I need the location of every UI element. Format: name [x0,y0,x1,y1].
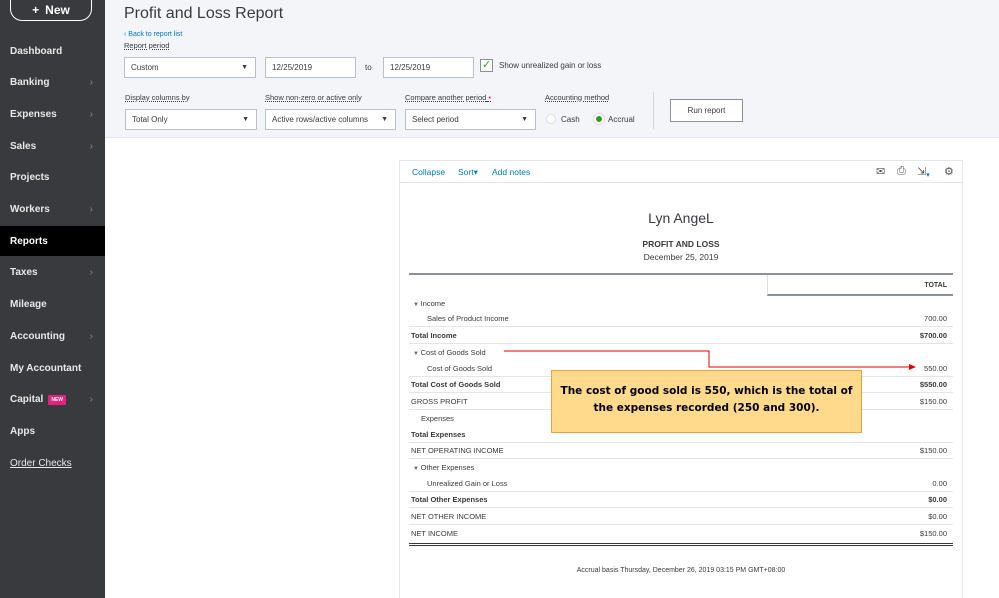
annotation-arrow [504,350,916,370]
annotation-callout: The cost of good sold is 550, which is t… [551,370,862,433]
